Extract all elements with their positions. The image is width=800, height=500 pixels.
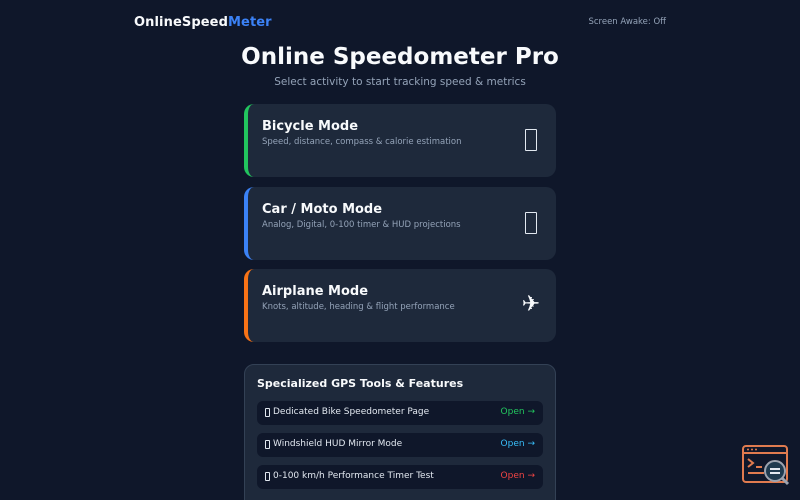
tool-row-hud-mirror[interactable]: Windshield HUD Mirror Mode Open → xyxy=(257,433,543,457)
brand-logo[interactable]: OnlineSpeedMeter xyxy=(134,15,272,30)
bicycle-icon xyxy=(520,126,542,154)
bicycle-mode-card[interactable]: Bicycle Mode Speed, distance, compass & … xyxy=(244,104,556,177)
airplane-mode-card[interactable]: Airplane Mode Knots, altitude, heading &… xyxy=(244,269,556,342)
car-icon xyxy=(520,209,542,237)
airplane-icon: ✈ xyxy=(521,292,541,317)
tool-label-text: Dedicated Bike Speedometer Page xyxy=(273,407,430,417)
mode-title: Car / Moto Mode xyxy=(262,202,383,217)
page-subtitle: Select activity to start tracking speed … xyxy=(274,76,526,88)
gps-tools-panel: Specialized GPS Tools & Features Dedicat… xyxy=(244,364,556,500)
tool-icon xyxy=(265,407,270,417)
floating-widget[interactable] xyxy=(742,444,790,488)
mode-description: Knots, altitude, heading & flight perfor… xyxy=(262,302,455,312)
mode-description: Analog, Digital, 0-100 timer & HUD proje… xyxy=(262,220,461,230)
tool-label: 0-100 km/h Performance Timer Test xyxy=(265,471,434,481)
tools-panel-title: Specialized GPS Tools & Features xyxy=(257,377,464,390)
brand-name: OnlineSpeed xyxy=(134,15,228,30)
tool-label: Windshield HUD Mirror Mode xyxy=(265,439,402,449)
tool-icon xyxy=(265,439,270,449)
tool-open-link[interactable]: Open → xyxy=(501,471,535,481)
browser-search-icon xyxy=(742,445,790,486)
tool-label-text: Windshield HUD Mirror Mode xyxy=(273,439,403,449)
mode-title: Bicycle Mode xyxy=(262,119,359,134)
tool-label-text: 0-100 km/h Performance Timer Test xyxy=(273,471,434,481)
brand-name-accent: Meter xyxy=(228,15,272,30)
tool-label: Dedicated Bike Speedometer Page xyxy=(265,407,429,417)
tool-row-bike-speedometer[interactable]: Dedicated Bike Speedometer Page Open → xyxy=(257,401,543,425)
tool-open-link[interactable]: Open → xyxy=(501,439,535,449)
mode-description: Speed, distance, compass & calorie estim… xyxy=(262,137,462,147)
tool-open-link[interactable]: Open → xyxy=(501,407,535,417)
car-moto-mode-card[interactable]: Car / Moto Mode Analog, Digital, 0-100 t… xyxy=(244,187,556,260)
tool-icon xyxy=(265,471,270,481)
mode-title: Airplane Mode xyxy=(262,284,369,299)
tool-row-performance-timer[interactable]: 0-100 km/h Performance Timer Test Open → xyxy=(257,465,543,489)
top-bar: OnlineSpeedMeter Screen Awake: Off xyxy=(0,0,800,46)
page: OnlineSpeedMeter Screen Awake: Off Onlin… xyxy=(0,0,800,500)
screen-awake-toggle[interactable]: Screen Awake: Off xyxy=(588,17,666,27)
page-title: Online Speedometer Pro xyxy=(241,44,559,70)
